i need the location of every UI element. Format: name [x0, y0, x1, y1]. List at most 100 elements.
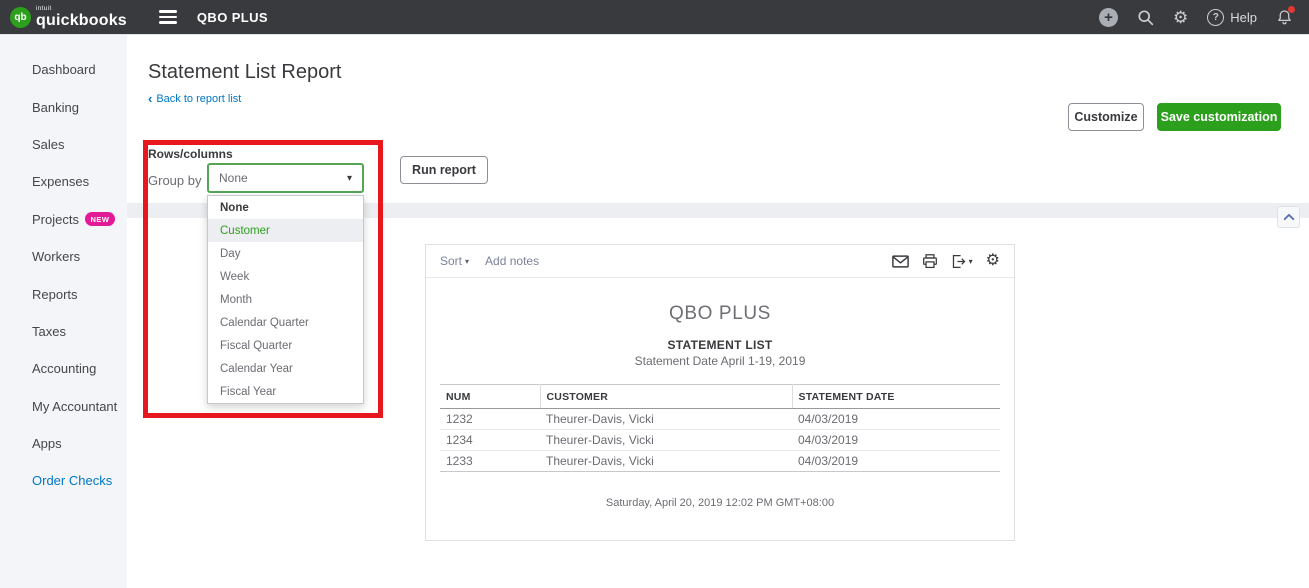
cell-customer: Theurer-Davis, Vicki [540, 429, 792, 451]
notifications-bell-icon[interactable] [1276, 6, 1295, 26]
table-header-row: NUM CUSTOMER STATEMENT DATE [440, 384, 1000, 409]
help-icon: ? [1207, 8, 1225, 26]
dropdown-option-week[interactable]: Week [208, 265, 363, 288]
sidebar-item-expenses[interactable]: Expenses [0, 163, 127, 200]
report-toolbar-icons: ▾ ⚙ [891, 253, 1000, 269]
statement-list-table: NUM CUSTOMER STATEMENT DATE 1232 Theurer… [440, 384, 1000, 472]
sidebar-item-label: Taxes [32, 323, 66, 339]
sort-control[interactable]: Sort ▾ [440, 254, 469, 268]
cell-statement-date: 04/03/2019 [792, 408, 1000, 430]
sidebar-navigation: Dashboard Banking Sales Expenses Project… [0, 35, 127, 588]
chevron-left-icon: ‹ [148, 91, 153, 106]
sidebar-item-taxes[interactable]: Taxes [0, 313, 127, 350]
table-row[interactable]: 1233 Theurer-Davis, Vicki 04/03/2019 [440, 450, 1000, 472]
sidebar-item-label: Workers [32, 249, 81, 265]
quickbooks-logo[interactable]: qb intuit quickbooks [10, 6, 127, 29]
cell-statement-date: 04/03/2019 [792, 429, 1000, 451]
brand-text: intuit quickbooks [36, 6, 127, 29]
cell-num: 1232 [440, 408, 540, 430]
sidebar-item-label: My Accountant [32, 398, 118, 414]
topbar-actions: + ⚙ ? Help [1099, 6, 1295, 27]
sidebar-item-order-checks[interactable]: Order Checks [0, 462, 127, 499]
save-customization-button[interactable]: Save customization [1157, 103, 1281, 131]
dropdown-option-calendar-quarter[interactable]: Calendar Quarter [208, 311, 363, 334]
dropdown-option-fiscal-quarter[interactable]: Fiscal Quarter [208, 334, 363, 357]
sidebar-item-projects[interactable]: Projects NEW [0, 201, 127, 238]
cell-customer: Theurer-Davis, Vicki [540, 450, 792, 472]
sidebar-item-dashboard[interactable]: Dashboard [0, 51, 127, 88]
add-notes-link[interactable]: Add notes [485, 254, 539, 268]
search-icon[interactable] [1137, 9, 1154, 26]
help-label: Help [1230, 9, 1257, 25]
chevron-down-icon: ▾ [465, 256, 470, 266]
back-link-label: Back to report list [156, 92, 242, 105]
cell-statement-date: 04/03/2019 [792, 450, 1000, 472]
sidebar-item-label: Accounting [32, 361, 97, 377]
dropdown-option-fiscal-year[interactable]: Fiscal Year [208, 380, 363, 403]
group-by-label: Group by [148, 173, 202, 188]
column-header-customer[interactable]: CUSTOMER [540, 384, 793, 409]
qb-logo-icon: qb [10, 6, 31, 28]
sidebar-item-workers[interactable]: Workers [0, 238, 127, 275]
export-icon[interactable]: ▾ [951, 254, 973, 269]
quickbooks-label: quickbooks [36, 11, 127, 29]
sidebar-item-label: Dashboard [32, 62, 96, 78]
dropdown-option-month[interactable]: Month [208, 288, 363, 311]
group-by-select[interactable]: None ▾ [207, 163, 364, 193]
sidebar-item-reports[interactable]: Reports [0, 275, 127, 312]
dropdown-option-day[interactable]: Day [208, 242, 363, 265]
sidebar-item-apps[interactable]: Apps [0, 425, 127, 462]
customize-button[interactable]: Customize [1068, 103, 1144, 131]
help-button[interactable]: ? Help [1207, 8, 1257, 26]
report-company-name: QBO PLUS [669, 303, 771, 324]
dropdown-option-customer[interactable]: Customer [208, 219, 363, 242]
gear-icon[interactable]: ⚙ [1173, 9, 1188, 26]
sidebar-item-accounting[interactable]: Accounting [0, 350, 127, 387]
sidebar-item-label: Projects [32, 211, 79, 227]
company-name: QBO PLUS [196, 9, 269, 25]
sidebar-item-label: Reports [32, 286, 78, 302]
cell-num: 1233 [440, 450, 540, 472]
report-toolbar: Sort ▾ Add notes ▾ ⚙ [426, 245, 1014, 278]
collapse-section-button[interactable] [1277, 206, 1300, 228]
back-to-report-list-link[interactable]: ‹ Back to report list [148, 92, 241, 105]
run-report-button[interactable]: Run report [400, 156, 488, 184]
sidebar-item-sales[interactable]: Sales [0, 126, 127, 163]
cell-num: 1234 [440, 429, 540, 451]
report-footer-timestamp: Saturday, April 20, 2019 12:02 PM GMT+08… [605, 497, 835, 509]
table-row[interactable]: 1234 Theurer-Davis, Vicki 04/03/2019 [440, 429, 1000, 451]
app-window: qb intuit quickbooks QBO PLUS + ⚙ ? Help [0, 0, 1309, 588]
report-title: STATEMENT LIST [667, 338, 773, 352]
sidebar-item-banking[interactable]: Banking [0, 88, 127, 125]
report-panel: Sort ▾ Add notes ▾ ⚙ QBO PLUS STATEMENT … [425, 244, 1015, 541]
cell-customer: Theurer-Davis, Vicki [540, 408, 792, 430]
hamburger-menu-icon[interactable] [158, 7, 177, 27]
print-icon[interactable] [922, 253, 938, 269]
page-title: Statement List Report [148, 61, 342, 83]
main-content: Statement List Report ‹ Back to report l… [127, 35, 1309, 588]
sidebar-item-label: Order Checks [32, 473, 113, 489]
sidebar-item-label: Banking [32, 99, 79, 115]
sidebar-item-my-accountant[interactable]: My Accountant [0, 388, 127, 425]
dropdown-option-none[interactable]: None [208, 196, 363, 219]
email-icon[interactable] [891, 254, 909, 268]
chevron-down-icon: ▾ [968, 256, 973, 266]
group-by-selected-value: None [219, 171, 248, 185]
sort-label: Sort [440, 254, 463, 268]
sidebar-item-label: Sales [32, 136, 65, 152]
gear-icon[interactable]: ⚙ [986, 253, 1000, 269]
top-navigation-bar: qb intuit quickbooks QBO PLUS + ⚙ ? Help [0, 0, 1309, 35]
new-badge: NEW [84, 212, 115, 227]
sidebar-item-label: Apps [32, 436, 62, 452]
table-row[interactable]: 1232 Theurer-Davis, Vicki 04/03/2019 [440, 408, 1000, 430]
create-plus-icon[interactable]: + [1099, 7, 1118, 27]
group-by-dropdown-list: None Customer Day Week Month Calendar Qu… [207, 195, 364, 404]
rows-columns-section-label: Rows/columns [148, 147, 233, 161]
column-header-statement-date[interactable]: STATEMENT DATE [792, 384, 1000, 409]
dropdown-option-calendar-year[interactable]: Calendar Year [208, 357, 363, 380]
sidebar-item-label: Expenses [32, 174, 90, 190]
report-subtitle: Statement Date April 1-19, 2019 [634, 354, 806, 368]
notification-dot [1288, 6, 1295, 13]
chevron-down-icon: ▾ [346, 172, 352, 184]
column-header-num[interactable]: NUM [440, 384, 541, 409]
